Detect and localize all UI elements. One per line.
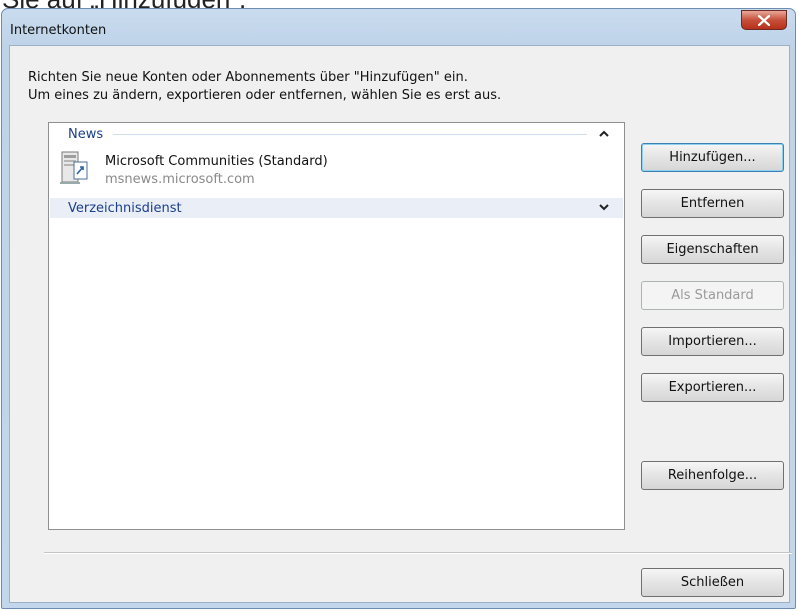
order-button[interactable]: Reihenfolge... [641, 461, 784, 490]
instructions-line-2: Um eines zu ändern, exportieren oder ent… [28, 88, 502, 103]
chevron-down-icon[interactable] [597, 203, 611, 214]
account-server: msnews.microsoft.com [105, 172, 255, 187]
close-icon [758, 14, 770, 26]
title-bar[interactable]: Internetkonten [2, 9, 795, 43]
window-title: Internetkonten [10, 23, 107, 38]
list-item-account[interactable]: Microsoft Communities (Standard) msnews.… [59, 150, 359, 190]
set-default-button[interactable]: Als Standard [641, 281, 784, 310]
accounts-list[interactable]: News Microsoft Communities (Standard) ms… [48, 122, 625, 530]
account-name: Microsoft Communities (Standard) [105, 154, 328, 169]
instructions-text: Richten Sie neue Konten oder Abonnements… [28, 69, 501, 105]
remove-button[interactable]: Entfernen [641, 189, 784, 218]
group-header-news[interactable]: News [50, 124, 623, 144]
group-divider [113, 133, 587, 135]
window-close-button[interactable] [741, 10, 787, 30]
news-server-icon [60, 151, 88, 184]
properties-button[interactable]: Eigenschaften [641, 235, 784, 264]
footer-separator [44, 552, 792, 554]
export-button[interactable]: Exportieren... [641, 373, 784, 402]
group-label-directory: Verzeichnisdienst [68, 200, 182, 216]
internet-accounts-dialog: Internetkonten Richten Sie neue Konten o… [1, 8, 796, 609]
group-header-directory[interactable]: Verzeichnisdienst [50, 198, 623, 218]
close-button[interactable]: Schließen [641, 568, 784, 597]
import-button[interactable]: Importieren... [641, 327, 784, 356]
chevron-up-icon[interactable] [597, 129, 611, 140]
instructions-line-1: Richten Sie neue Konten oder Abonnements… [28, 70, 468, 85]
group-label-news: News [68, 126, 104, 142]
add-button[interactable]: Hinzufügen... [641, 143, 784, 172]
dialog-client-area: Richten Sie neue Konten oder Abonnements… [9, 45, 792, 603]
